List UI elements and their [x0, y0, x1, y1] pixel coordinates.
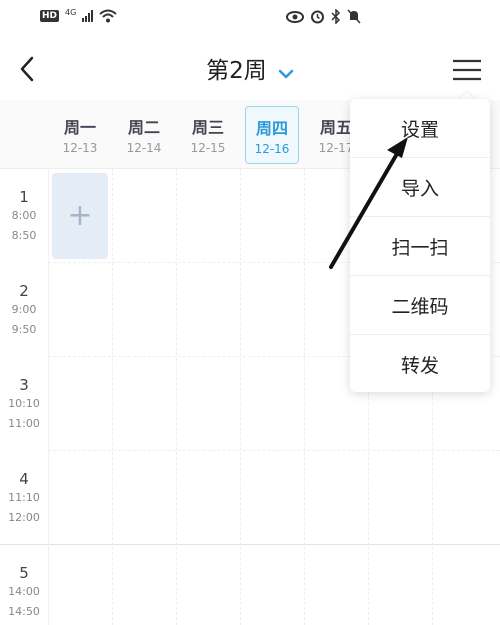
day-name: 周三	[191, 118, 224, 137]
period-label: 4 11:10 12:00	[0, 450, 49, 544]
menu-item-scan[interactable]: 扫一扫	[350, 217, 490, 276]
page-title: 第2周	[206, 58, 267, 84]
add-course-button[interactable]: +	[52, 173, 108, 259]
grid-divider	[240, 168, 241, 625]
status-left: HD 4G	[40, 7, 117, 23]
period-end: 9:50	[11, 323, 37, 336]
day-name: 周二	[127, 118, 160, 137]
day-date: 12-16	[254, 142, 290, 156]
day-name: 周一	[63, 118, 96, 137]
day-date: 12-15	[190, 141, 226, 155]
dropdown-menu: 设置 导入 扫一扫 二维码 转发	[350, 99, 490, 392]
menu-item-qrcode[interactable]: 二维码	[350, 276, 490, 335]
period-number: 5	[19, 564, 29, 582]
network-type: 4G	[65, 7, 77, 17]
top-nav-bar: 第2周	[0, 36, 500, 101]
chevron-down-icon	[278, 64, 294, 83]
period-end: 8:50	[11, 229, 37, 242]
period-start: 9:00	[11, 303, 37, 316]
signal-icon	[82, 10, 94, 22]
period-label: 1 8:00 8:50	[0, 168, 49, 262]
status-bar: HD 4G	[0, 0, 500, 36]
bluetooth-icon	[331, 9, 341, 24]
week-selector[interactable]: 第2周	[0, 51, 500, 85]
period-end: 12:00	[8, 511, 40, 524]
day-column-header[interactable]: 周二 12-14	[118, 106, 170, 162]
day-column-header[interactable]: 周三 12-15	[182, 106, 234, 162]
day-date: 12-13	[62, 141, 98, 155]
lunch-divider	[0, 544, 500, 545]
period-start: 14:00	[8, 585, 40, 598]
alarm-icon	[310, 9, 325, 24]
period-number: 3	[19, 376, 29, 394]
grid-divider	[304, 168, 305, 625]
day-name: 周四	[255, 119, 288, 138]
grid-divider	[176, 168, 177, 625]
status-right	[286, 9, 361, 24]
plus-icon: +	[67, 198, 93, 233]
grid-divider	[112, 168, 113, 625]
menu-button[interactable]	[449, 56, 485, 84]
period-number: 4	[19, 470, 29, 488]
grid-divider	[48, 450, 500, 451]
day-column-header-today[interactable]: 周四 12-16	[245, 106, 299, 164]
eye-icon	[286, 10, 304, 24]
menu-item-import[interactable]: 导入	[350, 158, 490, 217]
period-end: 11:00	[8, 417, 40, 430]
hd-badge: HD	[40, 10, 60, 22]
period-start: 10:10	[8, 397, 40, 410]
period-start: 8:00	[11, 209, 37, 222]
wifi-icon	[99, 9, 117, 23]
hamburger-icon	[453, 59, 481, 81]
menu-item-settings[interactable]: 设置	[350, 99, 490, 158]
mute-bell-icon	[347, 9, 361, 24]
day-date: 12-14	[126, 141, 162, 155]
period-label: 5 14:00 14:50	[0, 544, 49, 625]
day-column-header[interactable]: 周一 12-13	[54, 106, 106, 162]
period-number: 2	[19, 282, 29, 300]
menu-item-share[interactable]: 转发	[350, 335, 490, 393]
period-label: 2 9:00 9:50	[0, 262, 49, 356]
period-end: 14:50	[8, 605, 40, 618]
period-start: 11:10	[8, 491, 40, 504]
period-number: 1	[19, 188, 29, 206]
period-label: 3 10:10 11:00	[0, 356, 49, 450]
